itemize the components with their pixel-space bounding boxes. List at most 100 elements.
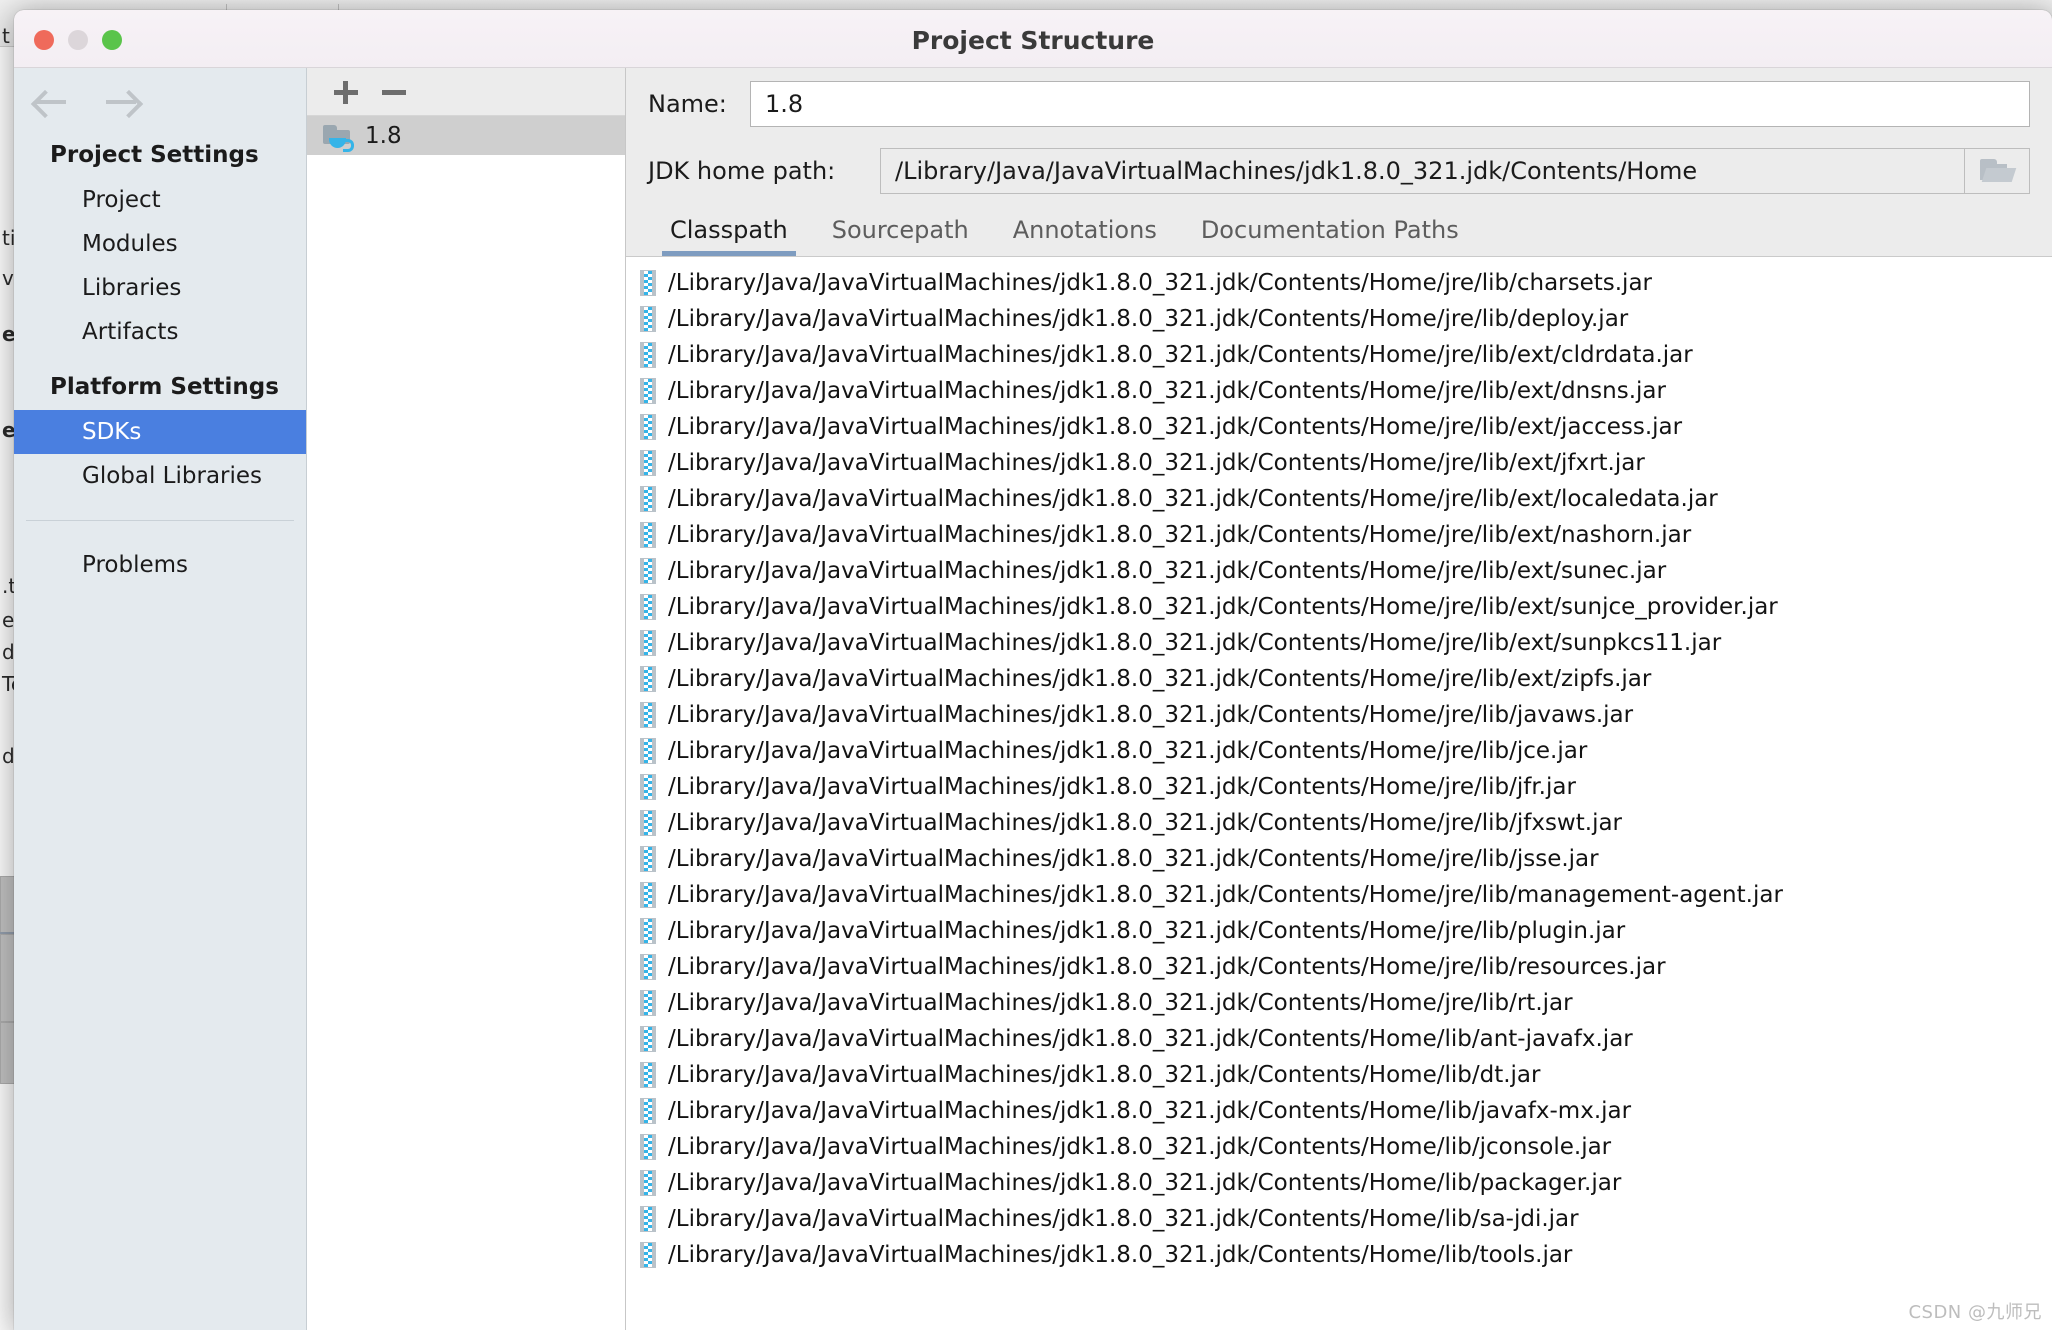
project-structure-dialog: Project Structure Project Settings Proje… <box>14 10 2052 1330</box>
dialog-titlebar: Project Structure <box>14 10 2052 68</box>
classpath-entry-row[interactable]: /Library/Java/JavaVirtualMachines/jdk1.8… <box>626 1093 2052 1129</box>
jar-icon <box>640 558 656 584</box>
sidebar-group-platform-settings: Platform Settings <box>50 374 279 400</box>
jar-icon <box>640 306 656 332</box>
background-text-fragment: t <box>2 24 10 48</box>
classpath-entry-row[interactable]: /Library/Java/JavaVirtualMachines/jdk1.8… <box>626 769 2052 805</box>
classpath-entry-row[interactable]: /Library/Java/JavaVirtualMachines/jdk1.8… <box>626 913 2052 949</box>
jar-icon <box>640 1170 656 1196</box>
arrow-left-icon[interactable] <box>30 88 70 119</box>
tab-annotations[interactable]: Annotations <box>991 216 1179 256</box>
sdk-list-toolbar <box>307 68 625 116</box>
jar-icon <box>640 1062 656 1088</box>
sidebar-item-sdks[interactable]: SDKs <box>14 410 306 454</box>
jar-icon <box>640 1026 656 1052</box>
classpath-entry-label: /Library/Java/JavaVirtualMachines/jdk1.8… <box>668 702 1634 728</box>
classpath-entry-row[interactable]: /Library/Java/JavaVirtualMachines/jdk1.8… <box>626 265 2052 301</box>
jdk-home-path-input[interactable]: /Library/Java/JavaVirtualMachines/jdk1.8… <box>880 148 1965 194</box>
jar-icon <box>640 990 656 1016</box>
name-input[interactable]: 1.8 <box>750 81 2030 127</box>
classpath-entry-label: /Library/Java/JavaVirtualMachines/jdk1.8… <box>668 1206 1579 1232</box>
background-text-fragment: d <box>2 640 15 664</box>
tab-classpath[interactable]: Classpath <box>648 216 810 256</box>
classpath-entry-label: /Library/Java/JavaVirtualMachines/jdk1.8… <box>668 954 1666 980</box>
classpath-entry-label: /Library/Java/JavaVirtualMachines/jdk1.8… <box>668 918 1626 944</box>
classpath-entry-row[interactable]: /Library/Java/JavaVirtualMachines/jdk1.8… <box>626 949 2052 985</box>
sidebar-item-modules[interactable]: Modules <box>14 222 306 266</box>
classpath-entry-row[interactable]: /Library/Java/JavaVirtualMachines/jdk1.8… <box>626 877 2052 913</box>
sdk-list-item-1-8[interactable]: 1.8 <box>307 116 625 155</box>
classpath-entry-row[interactable]: /Library/Java/JavaVirtualMachines/jdk1.8… <box>626 409 2052 445</box>
sidebar-group-project-settings: Project Settings <box>50 142 259 168</box>
sidebar-divider <box>26 520 294 521</box>
classpath-entry-row[interactable]: /Library/Java/JavaVirtualMachines/jdk1.8… <box>626 1057 2052 1093</box>
jar-icon <box>640 342 656 368</box>
jar-icon <box>640 1242 656 1268</box>
classpath-entry-row[interactable]: /Library/Java/JavaVirtualMachines/jdk1.8… <box>626 1129 2052 1165</box>
classpath-entry-label: /Library/Java/JavaVirtualMachines/jdk1.8… <box>668 1134 1612 1160</box>
classpath-entry-row[interactable]: /Library/Java/JavaVirtualMachines/jdk1.8… <box>626 1021 2052 1057</box>
classpath-entry-label: /Library/Java/JavaVirtualMachines/jdk1.8… <box>668 1098 1632 1124</box>
jar-icon <box>640 738 656 764</box>
classpath-entry-label: /Library/Java/JavaVirtualMachines/jdk1.8… <box>668 882 1783 908</box>
classpath-entry-row[interactable]: /Library/Java/JavaVirtualMachines/jdk1.8… <box>626 337 2052 373</box>
classpath-entry-row[interactable]: /Library/Java/JavaVirtualMachines/jdk1.8… <box>626 301 2052 337</box>
plus-icon[interactable] <box>329 75 363 109</box>
sidebar-item-problems[interactable]: Problems <box>14 543 306 587</box>
sidebar-item-libraries[interactable]: Libraries <box>14 266 306 310</box>
jar-icon <box>640 810 656 836</box>
sidebar-item-artifacts[interactable]: Artifacts <box>14 310 306 354</box>
classpath-entry-row[interactable]: /Library/Java/JavaVirtualMachines/jdk1.8… <box>626 733 2052 769</box>
sidebar-item-global-libraries[interactable]: Global Libraries <box>14 454 306 498</box>
sidebar-nav-list: Project Settings Project Modules Librari… <box>14 132 306 587</box>
browse-folder-button[interactable] <box>1965 148 2030 194</box>
classpath-entry-row[interactable]: /Library/Java/JavaVirtualMachines/jdk1.8… <box>626 445 2052 481</box>
classpath-entry-label: /Library/Java/JavaVirtualMachines/jdk1.8… <box>668 738 1588 764</box>
classpath-entry-row[interactable]: /Library/Java/JavaVirtualMachines/jdk1.8… <box>626 373 2052 409</box>
jar-icon <box>640 378 656 404</box>
jdk-home-path-label: JDK home path: <box>648 157 836 185</box>
jar-icon <box>640 594 656 620</box>
classpath-entry-label: /Library/Java/JavaVirtualMachines/jdk1.8… <box>668 774 1576 800</box>
classpath-entry-label: /Library/Java/JavaVirtualMachines/jdk1.8… <box>668 414 1683 440</box>
jar-icon <box>640 774 656 800</box>
classpath-entry-list[interactable]: /Library/Java/JavaVirtualMachines/jdk1.8… <box>626 257 2052 1330</box>
dialog-body: Project Settings Project Modules Librari… <box>14 68 2052 1330</box>
jar-icon <box>640 522 656 548</box>
minus-icon[interactable] <box>377 75 411 109</box>
classpath-entry-label: /Library/Java/JavaVirtualMachines/jdk1.8… <box>668 378 1666 404</box>
classpath-entry-row[interactable]: /Library/Java/JavaVirtualMachines/jdk1.8… <box>626 841 2052 877</box>
jar-icon <box>640 666 656 692</box>
classpath-entry-row[interactable]: /Library/Java/JavaVirtualMachines/jdk1.8… <box>626 1201 2052 1237</box>
classpath-entry-row[interactable]: /Library/Java/JavaVirtualMachines/jdk1.8… <box>626 625 2052 661</box>
classpath-entry-label: /Library/Java/JavaVirtualMachines/jdk1.8… <box>668 450 1645 476</box>
classpath-entry-label: /Library/Java/JavaVirtualMachines/jdk1.8… <box>668 846 1599 872</box>
window-title: Project Structure <box>911 26 1155 55</box>
classpath-entry-row[interactable]: /Library/Java/JavaVirtualMachines/jdk1.8… <box>626 985 2052 1021</box>
jdk-folder-icon <box>323 123 354 152</box>
jar-icon <box>640 1206 656 1232</box>
classpath-entry-row[interactable]: /Library/Java/JavaVirtualMachines/jdk1.8… <box>626 661 2052 697</box>
classpath-entry-label: /Library/Java/JavaVirtualMachines/jdk1.8… <box>668 1062 1541 1088</box>
classpath-entry-row[interactable]: /Library/Java/JavaVirtualMachines/jdk1.8… <box>626 1165 2052 1201</box>
sdk-list-panel: 1.8 <box>307 68 626 1330</box>
name-field-row: Name: 1.8 <box>626 68 2052 140</box>
classpath-entry-row[interactable]: /Library/Java/JavaVirtualMachines/jdk1.8… <box>626 589 2052 625</box>
arrow-right-icon[interactable] <box>104 88 144 119</box>
open-folder-icon <box>1980 159 2017 183</box>
jar-icon <box>640 414 656 440</box>
classpath-entry-label: /Library/Java/JavaVirtualMachines/jdk1.8… <box>668 666 1652 692</box>
tab-documentation-paths[interactable]: Documentation Paths <box>1179 216 1481 256</box>
sdk-detail-tabs: Classpath Sourcepath Annotations Documen… <box>626 202 2052 257</box>
settings-sidebar: Project Settings Project Modules Librari… <box>14 68 307 1330</box>
name-label: Name: <box>648 90 727 118</box>
tab-sourcepath[interactable]: Sourcepath <box>810 216 991 256</box>
classpath-entry-row[interactable]: /Library/Java/JavaVirtualMachines/jdk1.8… <box>626 1237 2052 1273</box>
classpath-entry-row[interactable]: /Library/Java/JavaVirtualMachines/jdk1.8… <box>626 553 2052 589</box>
sidebar-item-project[interactable]: Project <box>14 178 306 222</box>
classpath-entry-row[interactable]: /Library/Java/JavaVirtualMachines/jdk1.8… <box>626 517 2052 553</box>
classpath-entry-row[interactable]: /Library/Java/JavaVirtualMachines/jdk1.8… <box>626 697 2052 733</box>
classpath-entry-row[interactable]: /Library/Java/JavaVirtualMachines/jdk1.8… <box>626 481 2052 517</box>
classpath-entry-row[interactable]: /Library/Java/JavaVirtualMachines/jdk1.8… <box>626 805 2052 841</box>
sdk-detail-pane: Name: 1.8 JDK home path: /Library/Java/J… <box>626 68 2052 1330</box>
